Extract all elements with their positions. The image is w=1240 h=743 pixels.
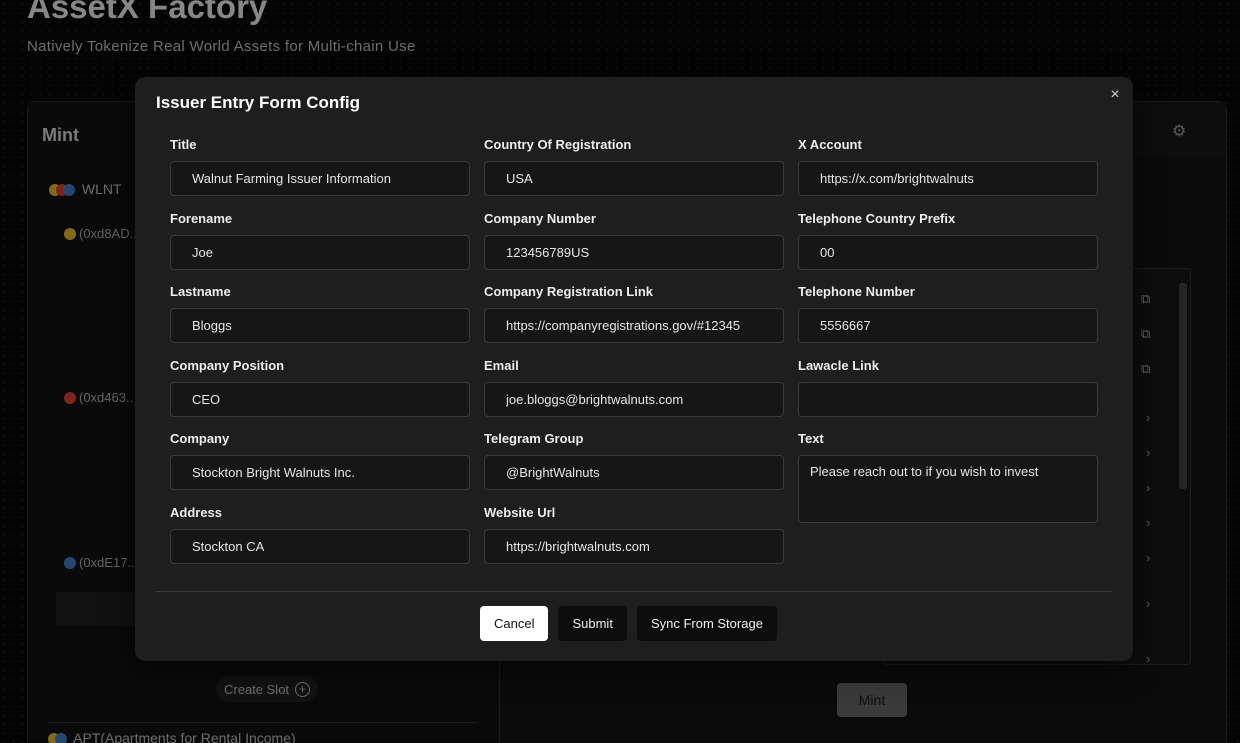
field-company-number: Company Number <box>484 211 784 285</box>
website-input[interactable] <box>484 528 784 564</box>
field-company: Company <box>170 431 470 505</box>
text-area[interactable]: Please reach out to if you wish to inves… <box>798 455 1098 523</box>
x-account-input[interactable] <box>798 161 1098 196</box>
field-label: Lawacle Link <box>798 357 879 373</box>
field-label: Company <box>170 431 230 446</box>
field-label: Company Number <box>484 210 596 226</box>
field-title: Title <box>170 137 470 211</box>
field-website: Website Url <box>484 505 784 579</box>
field-tel-number: Telephone Number <box>798 284 1098 358</box>
field-lawacle: Lawacle Link <box>798 358 1098 432</box>
field-label: Telephone Number <box>798 284 915 299</box>
field-label: Title <box>170 137 197 152</box>
telegram-input[interactable] <box>484 455 784 490</box>
field-company-position: Company Position <box>170 358 470 432</box>
form-grid: Title Country Of Registration X Account … <box>170 137 1098 578</box>
field-lastname: Lastname <box>170 284 470 358</box>
sync-from-storage-button[interactable]: Sync From Storage <box>636 606 777 641</box>
field-label: Company Position <box>170 357 285 373</box>
field-label: Telegram Group <box>484 431 584 446</box>
address-input[interactable] <box>170 528 470 564</box>
cancel-button[interactable]: Cancel <box>480 606 549 641</box>
field-tel-prefix: Telephone Country Prefix <box>798 211 1098 285</box>
field-label: Website Url <box>484 504 556 520</box>
field-forename: Forename <box>170 211 470 285</box>
field-label: Text <box>798 431 824 446</box>
company-number-input[interactable] <box>484 234 784 270</box>
company-reg-link-input[interactable] <box>484 308 784 343</box>
field-company-reg-link: Company Registration Link <box>484 284 784 358</box>
submit-button[interactable]: Submit <box>558 606 627 641</box>
lawacle-input[interactable] <box>798 381 1098 417</box>
field-x-account: X Account <box>798 137 1098 211</box>
field-text: Text Please reach out to if you wish to … <box>798 431 1098 523</box>
field-label: X Account <box>798 137 862 152</box>
field-label: Telephone Country Prefix <box>798 210 956 226</box>
company-position-input[interactable] <box>170 381 470 417</box>
field-label: Email <box>484 357 519 373</box>
company-input[interactable] <box>170 455 470 490</box>
title-input[interactable] <box>170 161 470 196</box>
country-input[interactable] <box>484 161 784 196</box>
close-icon[interactable]: × <box>1107 87 1123 103</box>
field-label: Company Registration Link <box>484 284 654 299</box>
email-input[interactable] <box>484 381 784 417</box>
lastname-input[interactable] <box>170 308 470 343</box>
tel-number-input[interactable] <box>798 308 1098 343</box>
forename-input[interactable] <box>170 234 470 270</box>
field-label: Address <box>170 504 223 520</box>
modal-actions: Cancel Submit Sync From Storage <box>480 606 777 641</box>
field-email: Email <box>484 358 784 432</box>
field-telegram: Telegram Group <box>484 431 784 505</box>
modal-title: Issuer Entry Form Config <box>156 93 361 112</box>
field-country: Country Of Registration <box>484 137 784 211</box>
field-label: Lastname <box>170 284 231 299</box>
issuer-form-modal: Issuer Entry Form Config × Title Country… <box>135 77 1133 661</box>
tel-prefix-input[interactable] <box>798 234 1098 270</box>
field-label: Forename <box>170 210 233 226</box>
divider <box>156 591 1112 592</box>
field-label: Country Of Registration <box>484 137 632 152</box>
field-address: Address <box>170 505 470 579</box>
